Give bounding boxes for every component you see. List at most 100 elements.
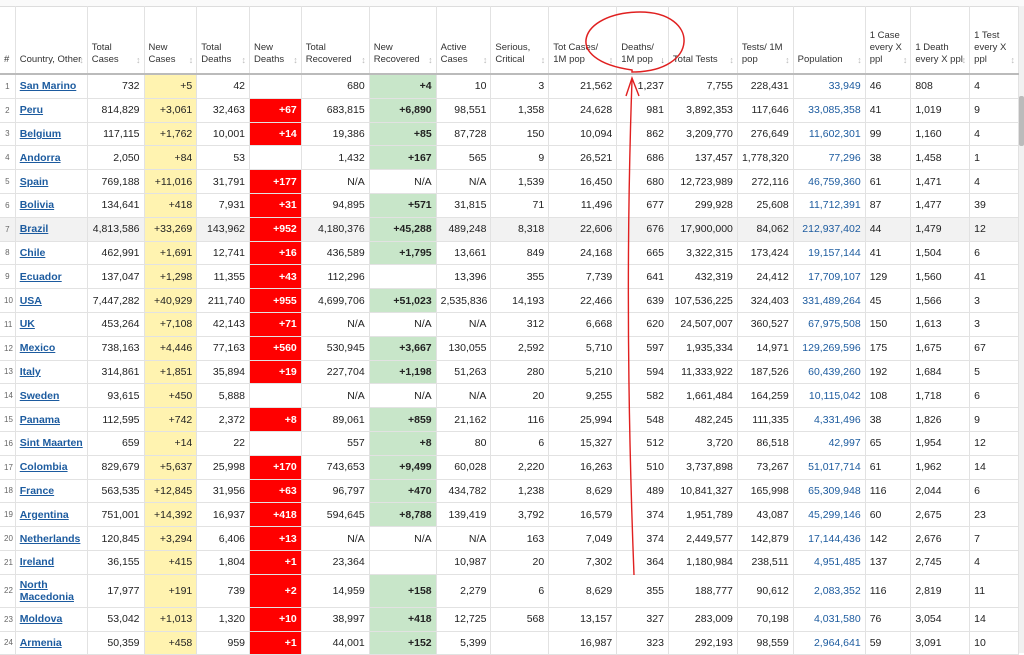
sort-icon[interactable]: ↕ [903, 54, 908, 66]
cell-country[interactable]: Peru [15, 98, 88, 123]
country-link[interactable]: Spain [20, 176, 49, 188]
cell-serious-critical: 1,358 [490, 98, 550, 123]
cell-country[interactable]: Chile [15, 241, 88, 266]
country-link[interactable]: Chile [20, 247, 46, 259]
cell-country[interactable]: Netherlands [15, 526, 88, 551]
sort-icon[interactable]: ↕ [962, 54, 967, 66]
sort-icon[interactable]: ↕ [857, 54, 862, 66]
country-link[interactable]: France [20, 485, 54, 497]
col-header-test-every-x[interactable]: 1 Test every X ppl ↕ [969, 6, 1019, 75]
cell-tests-per-1m: 324,403 [737, 288, 794, 313]
sort-icon[interactable]: ↕ [609, 54, 614, 66]
country-link[interactable]: Sint Maarten [20, 437, 83, 449]
col-header-active-cases[interactable]: Active Cases ↕ [436, 6, 492, 75]
cell-country[interactable]: Italy [15, 360, 88, 385]
country-link[interactable]: Italy [20, 366, 41, 378]
country-link[interactable]: Mexico [20, 342, 56, 354]
sort-icon[interactable]: ↕ [136, 54, 141, 66]
country-link[interactable]: Brazil [20, 223, 49, 235]
sort-icon[interactable]: ↓ [660, 54, 665, 66]
cell-country[interactable]: Moldova [15, 607, 88, 632]
country-link[interactable]: Armenia [20, 637, 62, 649]
country-link[interactable]: USA [20, 295, 42, 307]
country-link[interactable]: North Macedonia [20, 579, 74, 603]
cell-total-cases: 814,829 [87, 98, 145, 123]
sort-icon[interactable]: ↕ [189, 54, 194, 66]
country-link[interactable]: Andorra [20, 152, 61, 164]
col-header-death-every-x[interactable]: 1 Death every X ppl ↕ [910, 6, 971, 75]
country-link[interactable]: Belgium [20, 128, 61, 140]
country-link[interactable]: Moldova [20, 613, 63, 625]
country-link[interactable]: Panama [20, 414, 60, 426]
cell-new-deaths: +418 [249, 502, 302, 528]
cell-rank: 5 [0, 169, 16, 194]
scrollbar-thumb[interactable] [1019, 96, 1024, 146]
cell-deaths-per-1m: 680 [616, 169, 669, 194]
cell-country[interactable]: UK [15, 312, 88, 337]
col-header-country[interactable]: Country, Other ↕ [15, 6, 88, 75]
cell-country[interactable]: Ireland [15, 550, 88, 575]
sort-icon[interactable]: ↕ [541, 54, 546, 66]
cell-country[interactable]: Colombia [15, 455, 88, 480]
cell-country[interactable]: North Macedonia [15, 574, 88, 608]
col-header-total-tests[interactable]: Total Tests ↕ [668, 6, 738, 75]
col-header-new-cases[interactable]: New Cases ↕ [144, 6, 198, 75]
cell-country[interactable]: Andorra [15, 145, 88, 171]
cell-country[interactable]: Belgium [15, 122, 88, 147]
cell-total-cases: 93,615 [87, 383, 145, 409]
country-link[interactable]: San Marino [20, 80, 77, 92]
sort-icon[interactable]: ↕ [1011, 54, 1016, 66]
country-link[interactable]: Colombia [20, 461, 68, 473]
col-header-total-recovered[interactable]: Total Recovered ↕ [301, 6, 370, 75]
cell-country[interactable]: Argentina [15, 502, 88, 528]
country-link[interactable]: Bolivia [20, 199, 54, 211]
cell-country[interactable]: Mexico [15, 336, 88, 361]
cell-population: 33,085,358 [793, 98, 866, 123]
sort-icon[interactable]: ↕ [293, 54, 298, 66]
cell-tests-per-1m: 25,608 [737, 193, 794, 218]
cell-country[interactable]: Sweden [15, 383, 88, 409]
cell-country[interactable]: Armenia [15, 631, 88, 655]
sort-icon[interactable]: ↕ [79, 54, 84, 66]
col-header-deaths-per-1m[interactable]: Deaths/ 1M pop ↓ [616, 6, 669, 75]
country-link[interactable]: Netherlands [20, 533, 81, 545]
col-header-total-deaths[interactable]: Total Deaths ↕ [196, 6, 251, 75]
cell-total-deaths: 11,355 [196, 264, 251, 290]
cell-country[interactable]: San Marino [15, 74, 88, 99]
col-header-new-recovered[interactable]: New Recovered ↕ [369, 6, 437, 75]
col-header-tests-per-1m[interactable]: Tests/ 1M pop ↕ [737, 6, 794, 75]
cell-total-tests: 3,209,770 [668, 122, 738, 147]
cell-country[interactable]: Ecuador [15, 264, 88, 290]
cell-country[interactable]: France [15, 479, 88, 504]
col-header-new-deaths[interactable]: New Deaths ↕ [249, 6, 302, 75]
sort-icon[interactable]: ↕ [483, 54, 488, 66]
sort-icon[interactable]: ↕ [729, 54, 734, 66]
col-header-cases-per-1m[interactable]: Tot Cases/ 1M pop ↕ [548, 6, 618, 75]
col-header-serious-critical[interactable]: Serious, Critical ↕ [490, 6, 550, 75]
sort-icon[interactable]: ↕ [242, 54, 247, 66]
cell-country[interactable]: Panama [15, 407, 88, 432]
cell-country[interactable]: Sint Maarten [15, 431, 88, 456]
country-link[interactable]: Sweden [20, 390, 60, 402]
col-header-rank[interactable]: # [0, 6, 16, 75]
cell-country[interactable]: Brazil [15, 217, 88, 242]
country-link[interactable]: Argentina [20, 509, 69, 521]
col-header-total-cases[interactable]: Total Cases ↕ [87, 6, 145, 75]
cell-test-every-x: 12 [969, 431, 1019, 456]
col-header-case-every-x[interactable]: 1 Case every X ppl ↕ [865, 6, 912, 75]
cell-cases-per-1m: 24,168 [548, 241, 618, 266]
cell-country[interactable]: Spain [15, 169, 88, 194]
sort-icon[interactable]: ↕ [785, 54, 790, 66]
cell-country[interactable]: Bolivia [15, 193, 88, 218]
cell-test-every-x: 5 [969, 360, 1019, 385]
country-link[interactable]: UK [20, 318, 35, 330]
scrollbar[interactable] [1019, 6, 1024, 653]
country-link[interactable]: Ecuador [20, 271, 62, 283]
cell-country[interactable]: USA [15, 288, 88, 313]
col-header-population[interactable]: Population ↕ [793, 6, 866, 75]
sort-icon[interactable]: ↕ [428, 54, 433, 66]
cell-population: 67,975,508 [793, 312, 866, 337]
country-link[interactable]: Ireland [20, 556, 54, 568]
sort-icon[interactable]: ↕ [361, 54, 366, 66]
country-link[interactable]: Peru [20, 104, 43, 116]
